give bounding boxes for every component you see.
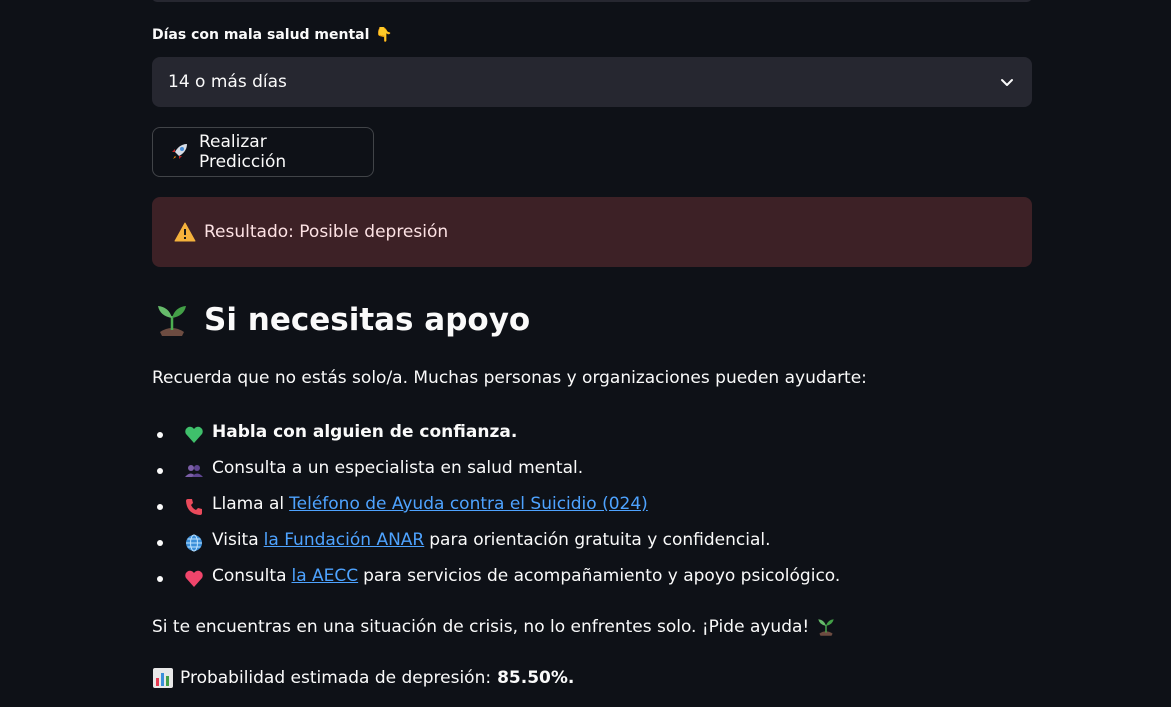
list-item-prefix: Llama al xyxy=(212,494,285,514)
main-content: Días con mala salud mental 👇 14 o más dí… xyxy=(0,0,1171,707)
chevron-down-icon xyxy=(998,73,1016,91)
support-intro-text: Recuerda que no estás solo/a. Muchas per… xyxy=(152,368,867,388)
predict-button-label: Realizar Predicción xyxy=(199,132,287,172)
mental-health-days-label: Días con mala salud mental 👇 xyxy=(152,27,393,43)
support-heading-text: Si necesitas apoyo xyxy=(204,302,531,338)
list-item-text: Habla con alguien de confianza. xyxy=(212,422,518,442)
previous-field-edge xyxy=(152,0,1032,2)
list-item-prefix: Visita xyxy=(212,530,259,550)
bar-chart-icon xyxy=(152,667,174,689)
support-list: Habla con alguien de confianza. Consulta… xyxy=(152,416,1032,596)
rocket-icon xyxy=(169,141,191,163)
mental-health-days-select[interactable]: 14 o más días xyxy=(152,57,1032,107)
bullet xyxy=(157,540,163,546)
list-item-suffix: para orientación gratuita y confidencial… xyxy=(429,530,771,550)
list-item: Habla con alguien de confianza. xyxy=(152,416,1032,452)
bullet xyxy=(157,576,163,582)
suicide-helpline-link[interactable]: Teléfono de Ayuda contra el Suicidio (02… xyxy=(289,494,648,514)
result-text: Resultado: Posible depresión xyxy=(204,222,449,242)
phone-icon xyxy=(184,497,204,517)
list-item: Llama al Teléfono de Ayuda contra el Sui… xyxy=(152,488,1032,524)
list-item: Consulta a un especialista en salud ment… xyxy=(152,452,1032,488)
bullet xyxy=(157,432,163,438)
heart-icon xyxy=(184,569,204,589)
globe-icon xyxy=(184,533,204,553)
bullet xyxy=(157,504,163,510)
seedling-icon xyxy=(152,300,192,340)
list-item: Visita la Fundación ANAR para orientació… xyxy=(152,524,1032,560)
probability-value: 85.50%. xyxy=(497,668,575,688)
closing-text: Si te encuentras en una situación de cri… xyxy=(152,617,810,637)
list-item-suffix: para servicios de acompañamiento y apoyo… xyxy=(363,566,841,586)
field-label-text: Días con mala salud mental xyxy=(152,27,370,43)
result-alert: Resultado: Posible depresión xyxy=(152,197,1032,267)
list-item: Consulta la AECC para servicios de acomp… xyxy=(152,560,1032,596)
bullet xyxy=(157,468,163,474)
warning-icon xyxy=(174,222,196,242)
support-intro: Recuerda que no estás solo/a. Muchas per… xyxy=(152,368,867,388)
probability-line: Probabilidad estimada de depresión: 85.5… xyxy=(152,667,574,689)
closing-message: Si te encuentras en una situación de cri… xyxy=(152,616,837,638)
green-heart-icon xyxy=(184,425,204,445)
seedling-icon xyxy=(815,616,837,638)
pointing-down-icon: 👇 xyxy=(375,27,393,43)
select-value: 14 o más días xyxy=(168,72,287,92)
people-icon xyxy=(184,461,204,481)
probability-label: Probabilidad estimada de depresión: xyxy=(180,668,492,688)
support-heading: Si necesitas apoyo xyxy=(152,300,530,340)
list-item-prefix: Consulta xyxy=(212,566,287,586)
anar-foundation-link[interactable]: la Fundación ANAR xyxy=(264,530,425,550)
list-item-text: Consulta a un especialista en salud ment… xyxy=(212,458,584,478)
predict-button[interactable]: Realizar Predicción xyxy=(152,127,374,177)
aecc-link[interactable]: la AECC xyxy=(291,566,358,586)
